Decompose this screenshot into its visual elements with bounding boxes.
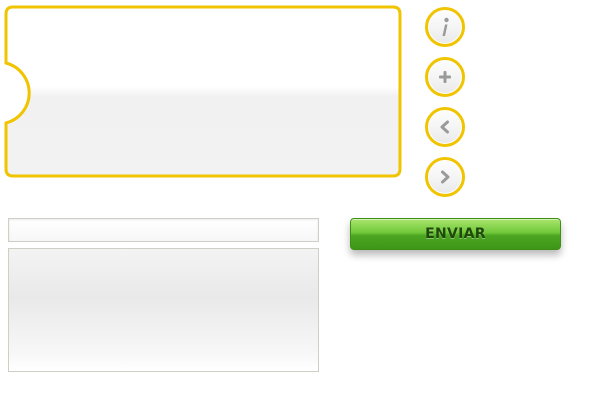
chevron-left-icon [440, 120, 449, 134]
message-textarea[interactable] [8, 248, 319, 372]
add-button[interactable] [425, 57, 465, 97]
previous-button[interactable] [425, 107, 465, 147]
info-icon [442, 17, 449, 36]
submit-button[interactable]: ENVIAR [350, 218, 561, 250]
next-button[interactable] [425, 157, 465, 197]
info-button[interactable] [425, 7, 465, 47]
chevron-right-icon [441, 170, 450, 184]
plus-icon [439, 71, 451, 83]
ticket-panel [4, 5, 402, 178]
text-input[interactable] [8, 218, 319, 242]
ticket-shape [4, 5, 402, 178]
